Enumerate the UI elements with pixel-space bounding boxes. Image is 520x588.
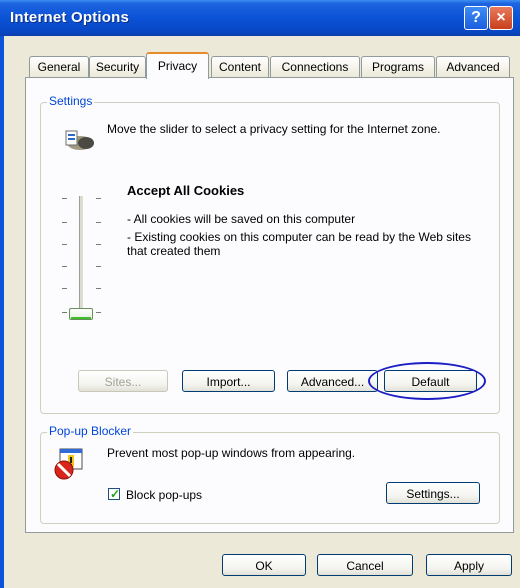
- block-popups-label[interactable]: Block pop-ups: [126, 488, 202, 502]
- slider-tick: [62, 288, 67, 289]
- tab-privacy[interactable]: Privacy: [146, 52, 209, 79]
- slider-tick: [96, 244, 101, 245]
- close-icon[interactable]: ×: [489, 6, 513, 30]
- privacy-level-desc-1: - All cookies will be saved on this comp…: [127, 212, 356, 226]
- slider-tick: [96, 266, 101, 267]
- tab-advanced[interactable]: Advanced: [436, 56, 510, 77]
- settings-intro-text: Move the slider to select a privacy sett…: [107, 122, 441, 136]
- popup-blocker-text: Prevent most pop-up windows from appeari…: [107, 446, 356, 460]
- tab-content[interactable]: Content: [211, 56, 269, 77]
- privacy-level-title: Accept All Cookies: [127, 183, 245, 198]
- slider-tick: [96, 312, 101, 313]
- internet-options-window: Internet Options ? × General Security Pr…: [0, 0, 520, 588]
- apply-button[interactable]: Apply: [426, 554, 512, 576]
- slider-tick: [62, 266, 67, 267]
- slider-tick: [62, 198, 67, 199]
- checkmark-icon: ✓: [110, 487, 121, 501]
- import-button[interactable]: Import...: [182, 370, 275, 392]
- slider-tick: [96, 198, 101, 199]
- sites-button[interactable]: Sites...: [78, 370, 168, 392]
- popup-blocker-group-label: Pop-up Blocker: [47, 424, 134, 438]
- advanced-button[interactable]: Advanced...: [287, 370, 378, 392]
- help-icon[interactable]: ?: [464, 6, 488, 30]
- settings-group-label: Settings: [47, 94, 95, 108]
- tab-connections[interactable]: Connections: [270, 56, 360, 77]
- tab-security[interactable]: Security: [89, 56, 146, 77]
- annotation-highlight-ring: [368, 362, 486, 400]
- slider-tick: [96, 222, 101, 223]
- popup-settings-button[interactable]: Settings...: [386, 482, 480, 504]
- window-frame: [0, 36, 4, 588]
- window-title: Internet Options: [10, 9, 130, 26]
- ok-button[interactable]: OK: [222, 554, 306, 576]
- tab-programs[interactable]: Programs: [361, 56, 435, 77]
- cancel-button[interactable]: Cancel: [317, 554, 413, 576]
- slider-tick: [62, 244, 67, 245]
- slider-tick: [62, 222, 67, 223]
- block-popups-checkbox[interactable]: ✓: [108, 487, 121, 501]
- slider-tick: [62, 312, 67, 313]
- title-bar[interactable]: Internet Options ? ×: [0, 0, 520, 36]
- slider-tick: [96, 288, 101, 289]
- tab-general[interactable]: General: [29, 56, 89, 77]
- privacy-slider-thumb[interactable]: [69, 308, 93, 320]
- privacy-slider-track[interactable]: [79, 196, 84, 318]
- privacy-level-desc-2: - Existing cookies on this computer can …: [127, 230, 471, 258]
- privacy-icon: [65, 130, 94, 150]
- popup-blocker-icon: [54, 448, 83, 480]
